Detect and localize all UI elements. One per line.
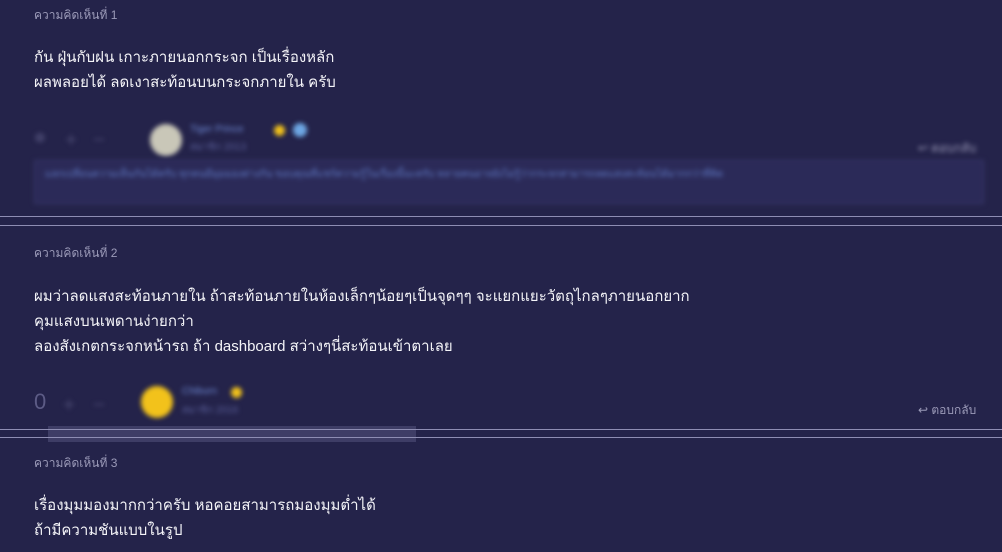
comment-line: เรื่องมุมมองมากกว่าครับ หอคอยสามารถมองมุ…	[34, 497, 376, 514]
member-badge-icon	[231, 387, 242, 398]
comment-thread: ความคิดเห็นที่ 1 กัน ฝุ่นกับฝน เกาะภายนอ…	[0, 0, 1002, 552]
reply-button[interactable]: ↩ ตอบกลับ	[918, 401, 976, 420]
comment-line: ผลพลอยได้ ลดเงาสะท้อนบนกระจกภายใน ครับ	[34, 74, 336, 91]
user-name[interactable]: Tiger Prince	[190, 124, 244, 135]
reply-arrow-icon: ↩	[918, 141, 932, 155]
comment-line: กัน ฝุ่นกับฝน เกาะภายนอกกระจก เป็นเรื่อง…	[34, 49, 335, 66]
comment-divider	[0, 429, 1002, 430]
vote-placeholder-icon: ⊕	[34, 130, 46, 146]
plus-icon[interactable]: ＋	[62, 395, 78, 414]
comment-divider	[0, 225, 1002, 226]
comment-line: ผมว่าลดแสงสะท้อนภายใน ถ้าสะท้อนภายในห้อง…	[34, 288, 690, 305]
comment-number-label: ความคิดเห็นที่ 3	[34, 456, 118, 470]
minus-icon[interactable]: －	[92, 130, 108, 149]
comment-line: คุมแสงบนเพดานง่ายกว่า	[34, 313, 194, 330]
comment-divider	[0, 437, 1002, 438]
reply-button[interactable]: ↩ ตอบกลับ	[918, 139, 976, 158]
user-meta: สมาชิก 2016	[182, 405, 239, 416]
comment-line: ลองสังเกตกระจกหน้ารถ ถ้า dashboard สว่าง…	[34, 338, 453, 355]
comment-number-label: ความคิดเห็นที่ 1	[34, 8, 118, 22]
reply-label: ตอบกลับ	[931, 403, 977, 417]
avatar[interactable]	[150, 124, 182, 156]
quoted-reply-text: แลกเปลี่ยนความเห็นกันได้ครับ ทุกคนมีมุมม…	[45, 169, 724, 180]
comment-number-label: ความคิดเห็นที่ 2	[34, 246, 118, 260]
reply-label: ตอบกลับ	[931, 141, 977, 155]
plus-icon[interactable]: ＋	[64, 130, 80, 149]
avatar[interactable]	[141, 386, 173, 418]
comment-body: กัน ฝุ่นกับฝน เกาะภายนอกกระจก เป็นเรื่อง…	[34, 45, 336, 95]
minus-icon[interactable]: －	[92, 395, 108, 414]
quoted-reply-box: แลกเปลี่ยนความเห็นกันได้ครับ ทุกคนมีมุมม…	[34, 160, 984, 204]
comment-body: ผมว่าลดแสงสะท้อนภายใน ถ้าสะท้อนภายในห้อง…	[34, 284, 690, 359]
user-meta: สมาชิก 2013	[190, 142, 247, 153]
verified-badge-icon	[293, 123, 307, 137]
comment-line: ถ้ามีความชันแบบในรูป	[34, 522, 183, 539]
comment-divider	[0, 216, 1002, 217]
comment-body: เรื่องมุมมองมากกว่าครับ หอคอยสามารถมองมุ…	[34, 493, 376, 543]
vote-count: 0	[34, 389, 47, 414]
user-name[interactable]: Chiburn	[182, 386, 217, 397]
member-badge-icon	[274, 125, 285, 136]
reply-arrow-icon: ↩	[918, 403, 932, 417]
